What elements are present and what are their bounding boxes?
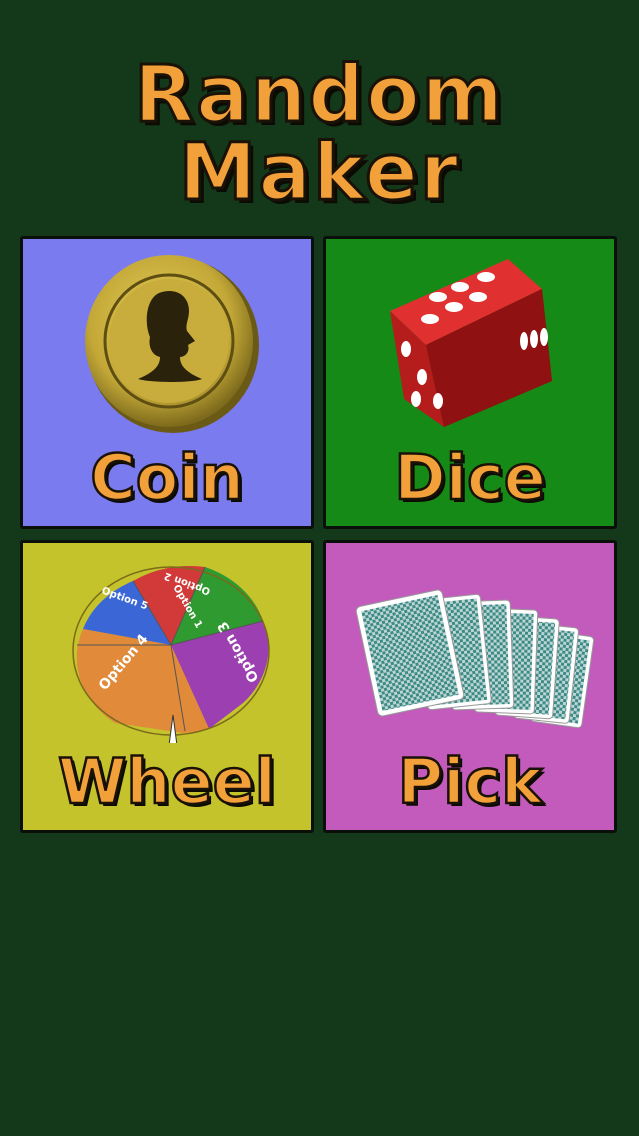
dice-icon bbox=[390, 259, 552, 427]
coin-label: Coin bbox=[89, 441, 245, 514]
wheel-icon: Option 1 Option 2 Option 3 Option 4 Opti… bbox=[72, 565, 270, 743]
coin-button[interactable]: Coin bbox=[20, 236, 314, 529]
wheel-button[interactable]: Option 1 Option 2 Option 3 Option 4 Opti… bbox=[20, 540, 314, 833]
cards-icon bbox=[355, 589, 595, 729]
app-title: Random Maker bbox=[133, 50, 505, 218]
wheel-label: Wheel bbox=[57, 745, 277, 818]
pick-button[interactable]: Pick bbox=[323, 540, 617, 833]
dice-button[interactable]: Dice bbox=[323, 236, 617, 529]
pick-label: Pick bbox=[396, 745, 543, 818]
card-stack bbox=[355, 589, 595, 729]
coin-icon bbox=[85, 255, 259, 433]
dice-label: Dice bbox=[393, 441, 547, 514]
